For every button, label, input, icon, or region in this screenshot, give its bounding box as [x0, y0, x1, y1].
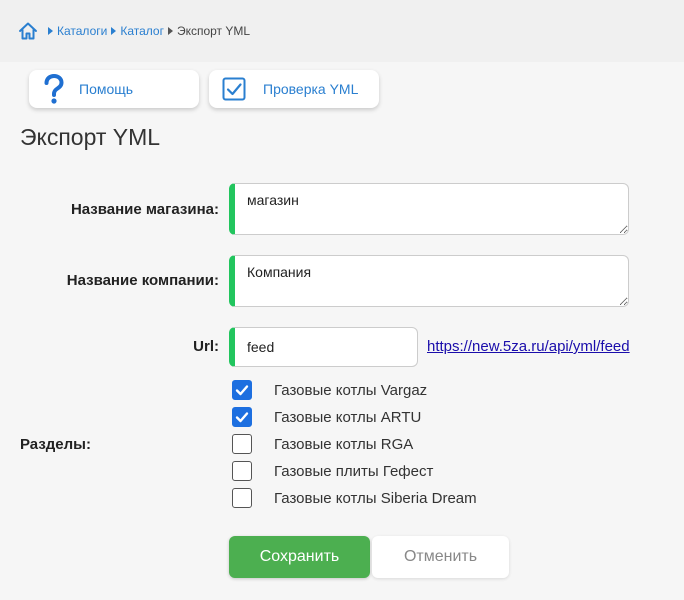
help-button[interactable]: Помощь — [29, 70, 199, 108]
breadcrumb-separator — [111, 27, 117, 35]
company-name-label: Название компании: — [66, 272, 219, 289]
save-button[interactable]: Сохранить — [229, 536, 370, 578]
checkbox-unchecked[interactable] — [232, 434, 252, 454]
company-name-field[interactable]: Компания — [229, 255, 629, 307]
page-title: Экспорт YML — [20, 124, 161, 150]
question-mark-icon — [39, 74, 69, 104]
section-item-gefest[interactable]: Газовые плиты Гефест — [232, 460, 433, 482]
checkbox-unchecked[interactable] — [232, 488, 252, 508]
shop-name-label: Название магазина: — [70, 201, 219, 218]
breadcrumb-separator — [48, 27, 53, 35]
section-item-label: Газовые котлы Siberia Dream — [274, 489, 477, 507]
url-label: Url: — [193, 338, 219, 355]
section-item-label: Газовые котлы Vargaz — [274, 381, 428, 399]
feed-url-link[interactable]: https://new.5za.ru/api/yml/feed — [427, 338, 630, 355]
sections-label: Разделы: — [20, 436, 91, 453]
check-yml-button[interactable]: Проверка YML — [209, 70, 379, 108]
section-item-vargaz[interactable]: Газовые котлы Vargaz — [232, 379, 427, 401]
section-item-label: Газовые плиты Гефест — [274, 462, 434, 480]
check-yml-button-label: Проверка YML — [263, 81, 359, 97]
checkbox-unchecked[interactable] — [232, 461, 252, 481]
section-item-rga[interactable]: Газовые котлы RGA — [232, 433, 413, 455]
checkbox-checked[interactable] — [232, 380, 252, 400]
breadcrumb: Каталоги Каталог Экспорт YML — [18, 20, 250, 42]
section-item-label: Газовые котлы ARTU — [274, 408, 422, 426]
url-input[interactable] — [229, 327, 418, 367]
breadcrumb-current: Экспорт YML — [176, 24, 251, 38]
shop-name-field[interactable]: магазин — [229, 183, 629, 235]
breadcrumb-item-catalogs[interactable]: Каталоги — [57, 24, 107, 38]
section-item-siberia-dream[interactable]: Газовые котлы Siberia Dream — [232, 487, 477, 509]
checkbox-checked[interactable] — [232, 407, 252, 427]
cancel-button[interactable]: Отменить — [372, 536, 509, 578]
section-item-label: Газовые котлы RGA — [274, 435, 414, 453]
help-button-label: Помощь — [79, 81, 134, 97]
home-icon[interactable] — [18, 21, 38, 41]
breadcrumb-item-catalog[interactable]: Каталог — [120, 24, 164, 38]
section-item-artu[interactable]: Газовые котлы ARTU — [232, 406, 421, 428]
checkbox-check-icon — [219, 74, 249, 104]
breadcrumb-separator — [167, 27, 173, 35]
